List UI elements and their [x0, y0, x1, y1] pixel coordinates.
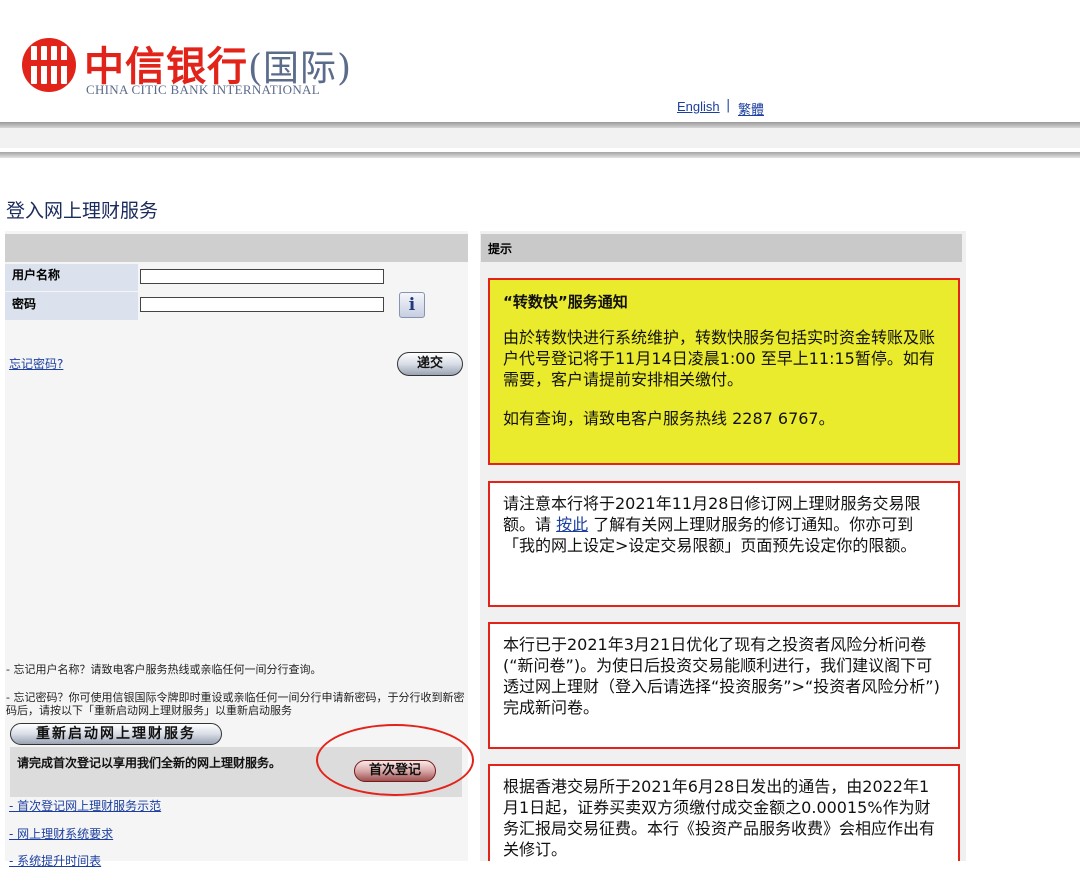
- submit-button[interactable]: 递交: [397, 352, 463, 376]
- levy-notice: 根据香港交易所于2021年6月28日发出的通告，由2022年1月1日起，证券买卖…: [488, 764, 960, 861]
- english-language-link[interactable]: English: [677, 99, 720, 114]
- restart-service-button[interactable]: 重新启动网上理财服务: [10, 723, 222, 745]
- tips-header-label: 提示: [488, 242, 513, 256]
- first-login-message: 请完成首次登记以享用我们全新的网上理财服务。: [17, 756, 282, 770]
- highlight-circle: [316, 724, 474, 796]
- header-band: [0, 128, 1080, 148]
- fps-notice-body: 由於转数快进行系统维护，转数快服务包括实时资金转账及账户代号登记将于11月14日…: [503, 328, 936, 389]
- brand-name-en: CHINA CITIC BANK INTERNATIONAL: [86, 82, 320, 97]
- fps-notice: “转数快”服务通知 由於转数快进行系统维护，转数快服务包括实时资金转账及账户代号…: [488, 278, 960, 465]
- password-input[interactable]: [140, 297, 384, 312]
- login-panel-header: [5, 234, 468, 262]
- fps-notice-hotline: 如有查询，请致电客户服务热线 2287 6767。: [503, 409, 835, 428]
- tips-header: [481, 234, 962, 262]
- info-icon[interactable]: i: [399, 292, 425, 318]
- forgot-username-note: - 忘记用户名称？请致电客户服务热线或亲临任何一间分行查询。: [6, 663, 322, 676]
- limit-notice-text: 请注意本行将于2021年11月28日修订网上理财服务交易限额。请 按此 了解有关…: [503, 493, 945, 556]
- forgot-password-link[interactable]: 忘记密码?: [9, 355, 63, 372]
- page-title: 登入网上理财服务: [6, 201, 159, 222]
- traditional-chinese-link[interactable]: 繁體: [738, 99, 764, 118]
- username-input[interactable]: [140, 269, 384, 284]
- username-label: 用户名称: [5, 264, 138, 291]
- risk-questionnaire-text: 本行已于2021年3月21日优化了现有之投资者风险分析问卷(“新问卷”)。为使日…: [503, 635, 940, 717]
- fps-notice-title: “转数快”服务通知: [503, 293, 628, 311]
- language-separator: |: [726, 98, 731, 113]
- forgot-password-note: - 忘记密码？你可使用信银国际令牌即时重设或亲临任何一间分行申请新密码，于分行收…: [6, 691, 465, 717]
- system-requirements-link[interactable]: - 网上理财系统要求: [9, 825, 113, 842]
- limit-notice: 请注意本行将于2021年11月28日修订网上理财服务交易限额。请 按此 了解有关…: [488, 481, 960, 607]
- password-label: 密码: [5, 292, 138, 320]
- bank-logo-icon: [22, 38, 76, 92]
- header-divider-lower: [0, 152, 1080, 158]
- risk-questionnaire-notice: 本行已于2021年3月21日优化了现有之投资者风险分析问卷(“新问卷”)。为使日…: [488, 622, 960, 749]
- click-here-link[interactable]: 按此: [556, 515, 588, 534]
- levy-notice-text: 根据香港交易所于2021年6月28日发出的通告，由2022年1月1日起，证券买卖…: [503, 777, 936, 859]
- first-login-demo-link[interactable]: - 首次登记网上理财服务示范: [9, 797, 161, 814]
